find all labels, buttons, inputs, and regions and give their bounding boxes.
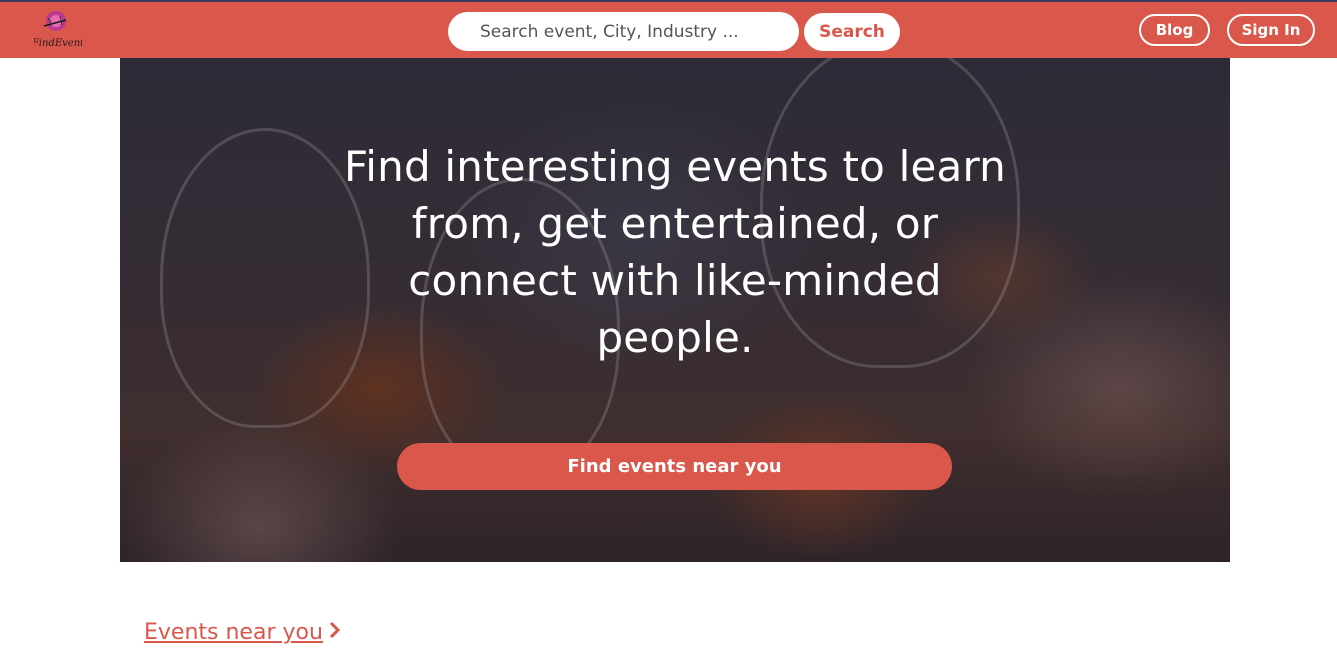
search-input[interactable] [448,12,799,51]
sign-in-button[interactable]: Sign In [1227,14,1315,46]
blog-button[interactable]: Blog [1139,14,1210,46]
top-navbar: FindEvent Search Blog Sign In [0,0,1337,58]
chevron-right-icon [329,620,341,645]
app-logo[interactable]: FindEvent [31,10,85,50]
events-near-you-link[interactable]: Events near you [144,620,341,645]
find-events-button[interactable]: Find events near you [397,443,952,490]
events-near-you-label: Events near you [144,620,323,645]
hero-banner: Find interesting events to learn from, g… [120,58,1230,562]
search-box [448,12,799,51]
logo-text: FindEvent [34,38,82,49]
search-button[interactable]: Search [804,13,900,51]
hero-title: Find interesting events to learn from, g… [344,142,1006,362]
